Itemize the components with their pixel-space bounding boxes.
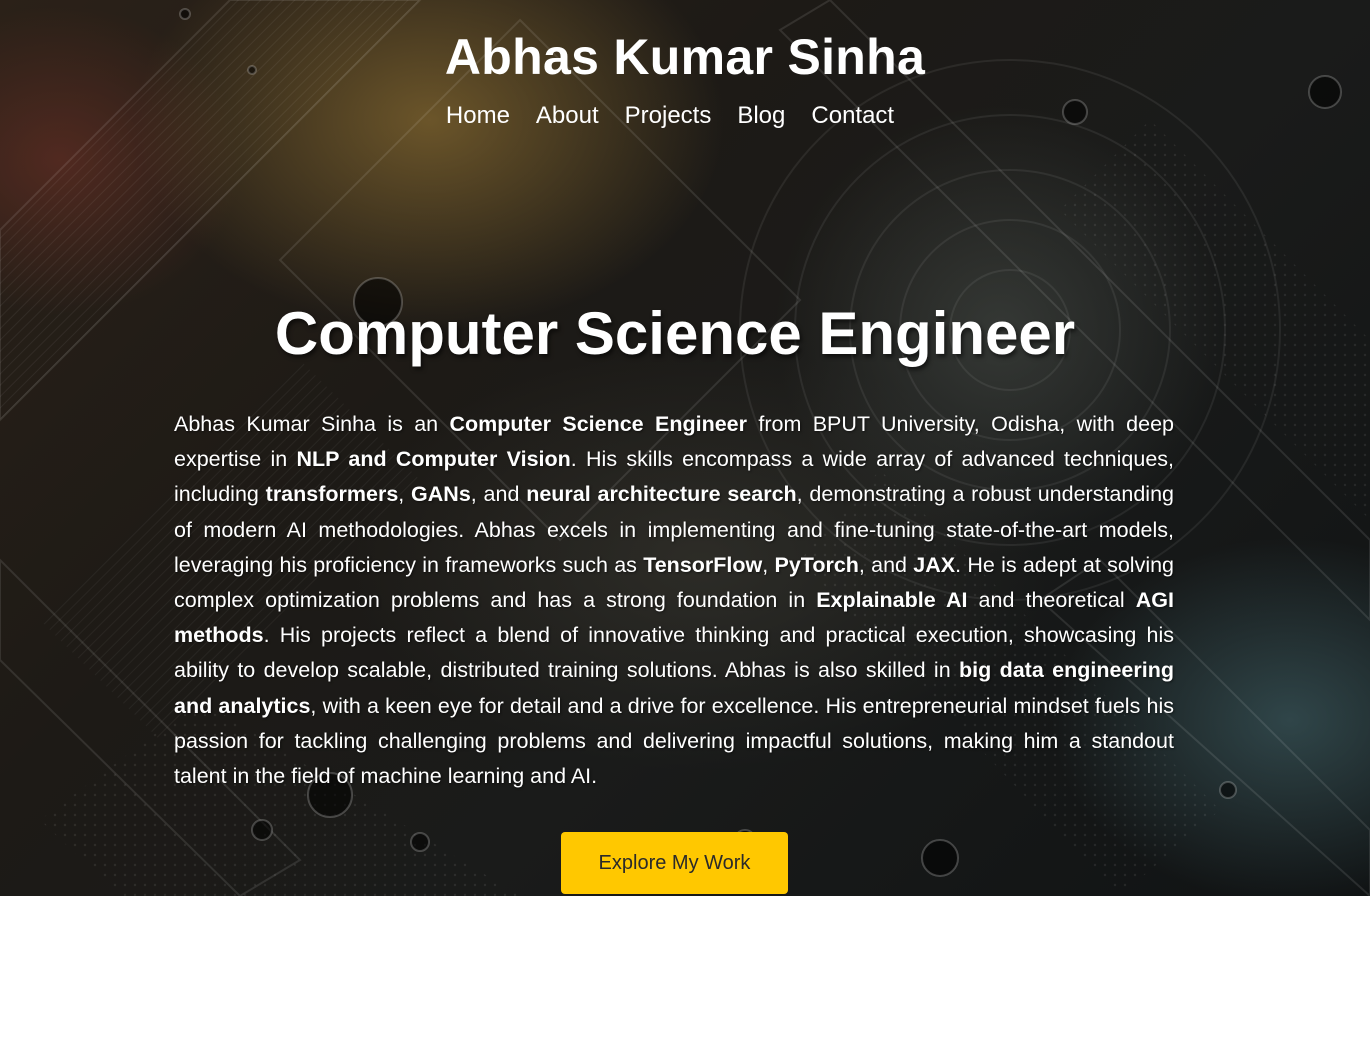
- bio-text: , and: [858, 552, 914, 577]
- main-nav: Home About Projects Blog Contact: [0, 100, 1370, 132]
- nav-projects-link[interactable]: Projects: [625, 100, 712, 132]
- explore-work-button[interactable]: Explore My Work: [561, 832, 788, 894]
- bio-highlight: JAX: [913, 552, 956, 577]
- bio-text: and theoretical: [967, 588, 1136, 613]
- bio-paragraph: Abhas Kumar Sinha is an Computer Science…: [174, 407, 1174, 794]
- nav-about-link[interactable]: About: [536, 100, 599, 132]
- hero-section: Abhas Kumar Sinha Home About Projects Bl…: [0, 0, 1370, 896]
- site-title: Abhas Kumar Sinha: [444, 29, 926, 85]
- bio-highlight: TensorFlow: [643, 552, 763, 577]
- nav-blog-link[interactable]: Blog: [737, 100, 785, 132]
- nav-contact-link[interactable]: Contact: [811, 100, 894, 132]
- bio-highlight: neural architecture search: [526, 482, 797, 507]
- bio-highlight: NLP and Computer Vision: [296, 447, 571, 472]
- page-body-blank: [0, 896, 1370, 1040]
- bio-text: , with a keen eye for detail and a drive…: [174, 693, 1174, 789]
- bio-highlight: Explainable AI: [816, 588, 968, 613]
- hero-title: Computer Science Engineer: [274, 300, 1076, 367]
- bio-highlight: Computer Science Engineer: [449, 412, 747, 436]
- bio-text: ,: [398, 482, 412, 507]
- bio-text: ,: [762, 552, 775, 577]
- bio-highlight: PyTorch: [774, 552, 859, 577]
- nav-home-link[interactable]: Home: [446, 100, 510, 132]
- bio-text: , and: [470, 482, 527, 507]
- bio-text: Abhas Kumar Sinha is an: [174, 412, 450, 436]
- site-header: Abhas Kumar Sinha Home About Projects Bl…: [0, 26, 1370, 132]
- bio-highlight: transformers: [265, 482, 399, 507]
- bio-highlight: GANs: [411, 482, 471, 507]
